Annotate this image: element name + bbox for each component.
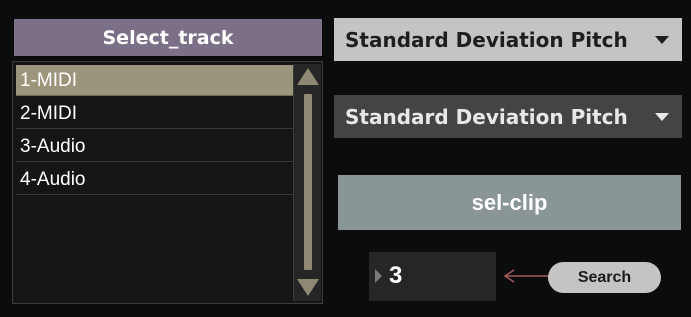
track-row-2-midi[interactable]: 2-MIDI — [16, 98, 293, 129]
search-button[interactable]: Search — [548, 262, 661, 293]
track-list[interactable]: 1-MIDI 2-MIDI 3-Audio 4-Audio — [12, 61, 323, 304]
scroll-down-icon[interactable] — [297, 279, 319, 296]
feature-dropdown-2[interactable]: Standard Deviation Pitch — [334, 95, 682, 138]
track-row-3-audio[interactable]: 3-Audio — [16, 131, 293, 162]
caret-down-icon — [655, 35, 669, 44]
play-triangle-icon — [375, 269, 382, 283]
number-box-value: 3 — [389, 262, 403, 289]
track-row-1-midi[interactable]: 1-MIDI — [16, 65, 293, 96]
scroll-up-icon[interactable] — [297, 68, 319, 85]
feature-dropdown-1[interactable]: Standard Deviation Pitch — [334, 18, 682, 61]
feature-dropdown-2-value: Standard Deviation Pitch — [345, 104, 628, 129]
number-box[interactable]: 3 — [369, 252, 496, 301]
track-list-scrollbar[interactable] — [293, 64, 321, 301]
arrow-left-icon — [503, 269, 549, 283]
caret-down-icon — [655, 112, 669, 121]
sel-clip-button[interactable]: sel-clip — [338, 175, 681, 230]
scrollbar-thumb[interactable] — [304, 94, 312, 270]
feature-dropdown-1-value: Standard Deviation Pitch — [345, 27, 628, 52]
select-track-header: Select_track — [14, 19, 322, 56]
track-row-4-audio[interactable]: 4-Audio — [16, 164, 293, 195]
